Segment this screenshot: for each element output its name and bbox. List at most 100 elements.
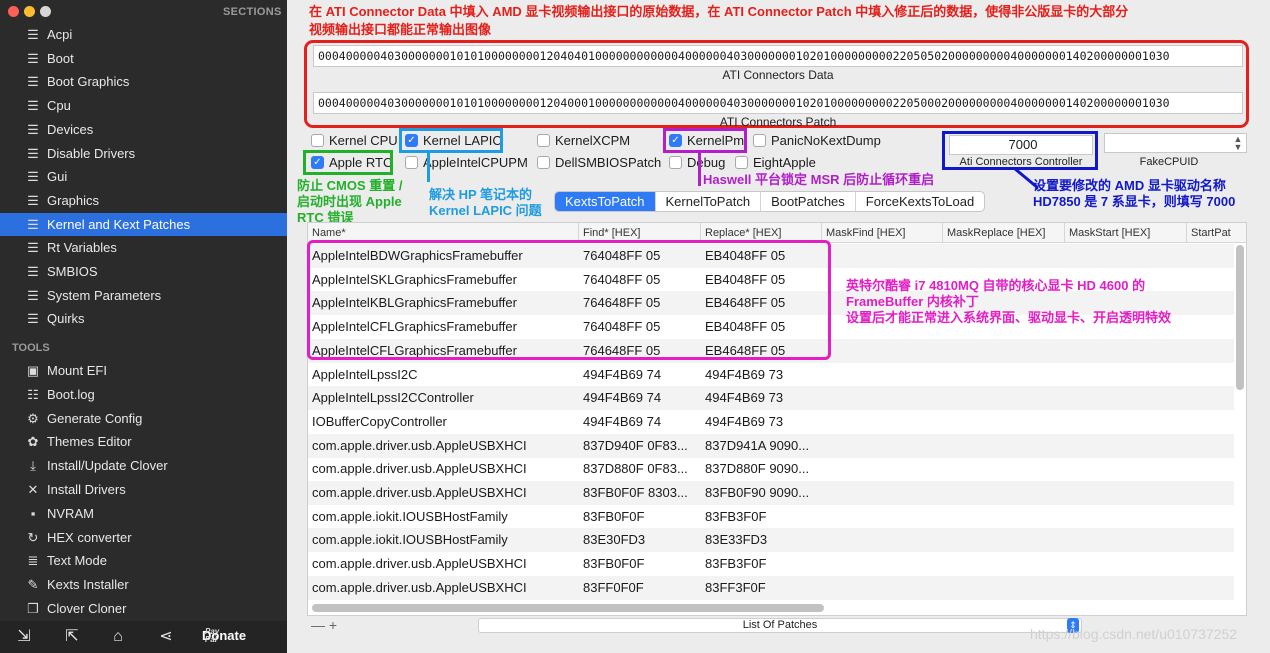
column-mask-start[interactable]: MaskStart [HEX] (1065, 223, 1187, 243)
checkbox-box[interactable] (311, 134, 324, 147)
lapic-annotation: 解决 HP 笔记本的 Kernel LAPIC 问题 (429, 187, 542, 218)
tool-item-kexts-installer[interactable]: ✎ Kexts Installer (0, 573, 287, 596)
horizontal-scrollbar[interactable] (312, 604, 824, 612)
list-of-patches-select[interactable]: List Of Patches (478, 618, 1082, 633)
ati-controller-field[interactable]: 7000 (949, 135, 1093, 155)
tab-kexts-to-patch[interactable]: KextsToPatch (555, 192, 656, 211)
sidebar-item-rt-variables[interactable]: ☰ Rt Variables (0, 236, 287, 259)
sidebar-item-system-parameters[interactable]: ☰ System Parameters (0, 284, 287, 307)
tab-boot-patches[interactable]: BootPatches (761, 192, 856, 211)
rtc-highlight-box (303, 150, 393, 175)
zoom-window-button[interactable] (40, 6, 51, 17)
convert-icon: ↻ (27, 529, 39, 545)
close-window-button[interactable] (8, 6, 19, 17)
tool-item-boot-log[interactable]: ☷ Boot.log (0, 383, 287, 406)
sidebar-item-cpu[interactable]: ☰ Cpu (0, 94, 287, 117)
table-row[interactable]: com.apple.iokit.IOUSBHostFamily 83FB0F0F 8… (308, 505, 1234, 529)
tool-item-label: Themes Editor (47, 434, 132, 450)
add-remove-buttons[interactable]: — + (311, 617, 337, 633)
fakecpuid-stepper-icon[interactable]: ▲ ▼ (1231, 135, 1245, 152)
tool-item-label: NVRAM (47, 505, 94, 521)
checkbox-box[interactable] (537, 156, 550, 169)
cell-replace: 494F4B69 73 (705, 366, 784, 382)
kernel-cpu-checkbox[interactable]: Kernel CPU (311, 133, 398, 149)
tool-item-hex-converter[interactable]: ↻ HEX converter (0, 526, 287, 549)
share-icon[interactable]: ⋖ (156, 627, 176, 647)
checkbox-box[interactable] (537, 134, 550, 147)
cell-replace: 83FB0F90 9090... (705, 485, 810, 500)
tool-item-text-mode[interactable]: ≣ Text Mode (0, 549, 287, 572)
checkbox-box[interactable] (753, 134, 766, 147)
checkbox-box[interactable] (405, 156, 418, 169)
sidebar-item-label: SMBIOS (47, 264, 98, 279)
tool-item-install-update-clover[interactable]: ⤓ Install/Update Clover (0, 454, 287, 477)
column-mask-find[interactable]: MaskFind [HEX] (822, 223, 943, 243)
tab-kernel-to-patch[interactable]: KernelToPatch (656, 192, 762, 211)
tool-item-mount-efi[interactable]: ▣ Mount EFI (0, 359, 287, 382)
sidebar-item-boot[interactable]: ☰ Boot (0, 47, 287, 70)
tool-item-label: Generate Config (47, 410, 143, 426)
table-row[interactable]: com.apple.driver.usb.AppleUSBXHCI 837D880… (308, 457, 1234, 481)
lapic-connector-line (427, 152, 430, 182)
sidebar-item-acpi[interactable]: ☰ Acpi (0, 23, 287, 46)
ati-connectors-data-label: ATI Connectors Data (722, 68, 834, 82)
dell-smbios-patch-checkbox[interactable]: DellSMBIOSPatch (537, 155, 661, 171)
framebuffer-annotation: 英特尔酷睿 i7 4810MQ 自带的核心显卡 HD 4600 的 FrameBu… (846, 278, 1172, 325)
panic-no-kext-dump-checkbox[interactable]: PanicNoKextDump (753, 133, 881, 149)
vertical-scrollbar[interactable] (1236, 245, 1244, 390)
table-row[interactable]: AppleIntelLpssI2C 494F4B69 74 494F4B69 73 (308, 363, 1234, 387)
list-icon: ☰ (27, 192, 39, 208)
table-row[interactable]: com.apple.driver.usb.AppleUSBXHCI 83FB0F0… (308, 481, 1234, 505)
list-icon: ☰ (27, 27, 39, 42)
sidebar-item-kernel-and-kext-patches[interactable]: ☰ Kernel and Kext Patches (0, 212, 287, 236)
table-row[interactable]: com.apple.driver.usb.AppleUSBXHCI 83FF0F0… (308, 575, 1234, 600)
tool-item-nvram[interactable]: ▪ NVRAM (0, 502, 287, 525)
tool-item-install-drivers[interactable]: ✕ Install Drivers (0, 478, 287, 501)
checkbox-box[interactable] (735, 156, 748, 169)
kernel-xcpm-checkbox[interactable]: KernelXCPM (537, 133, 630, 149)
sidebar-item-label: System Parameters (47, 287, 162, 303)
list-icon: ☰ (27, 145, 39, 161)
eight-apple-checkbox[interactable]: EightApple (735, 155, 816, 171)
fakecpuid-field[interactable] (1104, 133, 1247, 153)
home-icon[interactable]: ⌂ (108, 627, 128, 647)
tool-item-clover-cloner[interactable]: ❐ Clover Cloner (0, 597, 287, 620)
table-row[interactable]: AppleIntelLpssI2CController 494F4B69 74 49… (308, 386, 1234, 411)
list-icon: ☰ (27, 121, 39, 137)
sidebar-footer: ⇲ ⇱ ⌂ ⋖ Donate (0, 621, 287, 653)
apple-intel-cpupm-checkbox[interactable]: AppleIntelCPUPM (405, 155, 528, 171)
minimize-window-button[interactable] (24, 6, 35, 17)
column-mask-replace[interactable]: MaskReplace [HEX] (943, 223, 1065, 243)
sidebar-item-gui[interactable]: ☰ Gui (0, 165, 287, 188)
kernelpm-connector-line (698, 152, 701, 186)
kernelpm-annotation: Haswell 平台锁定 MSR 后防止循环重启 (703, 172, 935, 187)
ati-connectors-patch-label: ATI Connectors Patch (719, 115, 837, 129)
sections-heading: SECTIONS (223, 6, 282, 18)
tool-item-label: Boot.log (47, 386, 95, 402)
table-row[interactable]: com.apple.driver.usb.AppleUSBXHCI 83FB0F0… (308, 552, 1234, 576)
import-icon[interactable]: ⇲ (14, 627, 34, 647)
column-start-pattern[interactable]: StartPat (1187, 223, 1246, 243)
tool-item-label: Clover Cloner (47, 601, 127, 616)
cell-name: com.apple.driver.usb.AppleUSBXHCI (312, 485, 527, 500)
cell-name: com.apple.driver.usb.AppleUSBXHCI (312, 579, 527, 595)
cell-name: com.apple.driver.usb.AppleUSBXHCI (312, 437, 527, 453)
ati-connectors-patch-field[interactable]: 0004000004030000000101010000000012040001… (313, 92, 1243, 114)
table-row[interactable]: com.apple.driver.usb.AppleUSBXHCI 837D940… (308, 433, 1234, 458)
table-row[interactable]: IOBufferCopyController 494F4B69 74 494F4B6… (308, 410, 1234, 434)
table-row[interactable]: com.apple.iokit.IOUSBHostFamily 83E30FD3 8… (308, 528, 1234, 553)
list-icon: ☰ (27, 74, 39, 90)
patch-tabs: KextsToPatch KernelToPatch BootPatches F… (554, 191, 986, 212)
ati-connectors-data-field[interactable]: 0004000004030000000101010000000012040401… (313, 45, 1243, 67)
sidebar-item-graphics[interactable]: ☰ Graphics (0, 189, 287, 212)
sidebar-item-devices[interactable]: ☰ Devices (0, 118, 287, 141)
export-icon[interactable]: ⇱ (62, 627, 82, 647)
tool-item-generate-config[interactable]: ⚙ Generate Config (0, 407, 287, 430)
sidebar-item-disable-drivers[interactable]: ☰ Disable Drivers (0, 142, 287, 165)
tab-force-kexts-to-load[interactable]: ForceKextsToLoad (856, 192, 984, 211)
checkbox-box[interactable] (669, 156, 682, 169)
sidebar-item-quirks[interactable]: ☰ Quirks (0, 307, 287, 330)
sidebar-item-boot-graphics[interactable]: ☰ Boot Graphics (0, 70, 287, 93)
tool-item-themes-editor[interactable]: ✿ Themes Editor (0, 430, 287, 453)
sidebar-item-smbios[interactable]: ☰ SMBIOS (0, 260, 287, 283)
